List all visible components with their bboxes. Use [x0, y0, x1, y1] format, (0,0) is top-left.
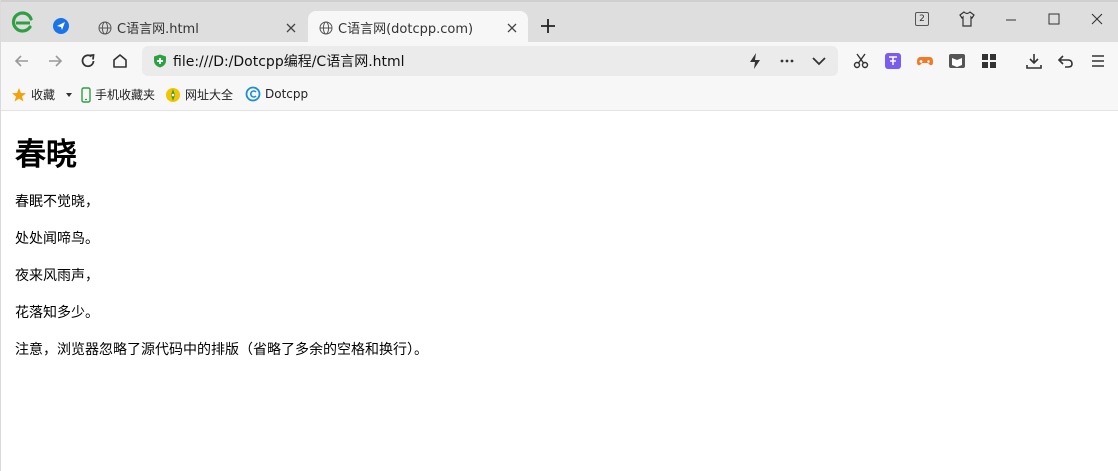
browser-logo-icon[interactable]	[11, 11, 35, 35]
poem-line: 花落知多少。	[15, 305, 99, 322]
bookmark-sites[interactable]: 网址大全	[165, 86, 233, 103]
page-heading: 春晓	[15, 137, 77, 173]
star-icon	[12, 87, 26, 101]
navigation-bar: file:///D:/Dotcpp编程/C语言网.html	[1, 42, 1118, 80]
tab-count-badge[interactable]: 2	[915, 12, 929, 26]
globe-icon	[319, 21, 333, 34]
lightning-icon[interactable]	[746, 52, 764, 70]
tab-c-language[interactable]: C语言网.html	[87, 11, 307, 44]
forward-arrow-icon[interactable]	[46, 52, 64, 70]
more-icon[interactable]	[778, 52, 796, 70]
bookmark-mobile[interactable]: 手机收藏夹	[81, 86, 155, 103]
shield-icon	[154, 54, 166, 68]
minimize-icon[interactable]	[1003, 10, 1019, 28]
page-content: 春晓 春眠不觉晓， 处处闻啼鸟。 夜来风雨声， 花落知多少。 注意，浏览器忽略了…	[1, 111, 1118, 385]
dotcpp-logo-icon	[245, 86, 261, 102]
undo-icon[interactable]	[1057, 52, 1075, 70]
bookmark-favorites[interactable]: 收藏	[11, 86, 78, 103]
scissors-icon[interactable]	[852, 52, 870, 70]
tab-title: C语言网(dotcpp.com)	[338, 22, 474, 37]
tab-dotcpp[interactable]: C语言网(dotcpp.com)	[308, 11, 528, 44]
new-tab-plus-icon[interactable]	[540, 18, 556, 34]
menu-icon[interactable]	[1089, 52, 1107, 70]
globe-icon	[98, 21, 112, 34]
poem-line: 春眠不觉晓，	[15, 194, 99, 211]
compass-icon	[166, 87, 180, 102]
close-icon[interactable]	[506, 22, 518, 34]
home-icon[interactable]	[111, 52, 129, 70]
bookmarks-bar: 收藏 手机收藏夹 网址大全 Dotcpp	[1, 80, 1118, 111]
reload-icon[interactable]	[79, 52, 97, 70]
tab-title: C语言网.html	[117, 22, 199, 37]
bookmark-label: Dotcpp	[265, 87, 309, 101]
poem-line: 处处闻啼鸟。	[15, 231, 99, 248]
tab-strip: C语言网.html C语言网(dotcpp.com) 2	[1, 0, 1118, 44]
send-icon[interactable]	[52, 17, 70, 35]
chevron-down-icon[interactable]	[810, 52, 828, 70]
browser-window: C语言网.html C语言网(dotcpp.com) 2 file:///D:/…	[0, 0, 1118, 471]
note-text: 注意，浏览器忽略了源代码中的排版（省略了多余的空格和换行）。	[15, 342, 428, 359]
url-text[interactable]: file:///D:/Dotcpp编程/C语言网.html	[173, 51, 405, 71]
gamepad-icon[interactable]	[916, 52, 934, 70]
phone-icon	[81, 86, 91, 103]
shirt-icon[interactable]	[958, 10, 976, 28]
bookmark-label: 收藏	[31, 88, 56, 102]
apps-grid-icon[interactable]	[980, 52, 998, 70]
reader-icon[interactable]	[948, 52, 966, 70]
close-icon[interactable]	[285, 22, 297, 34]
translate-icon[interactable]	[884, 52, 902, 70]
bookmark-label: 网址大全	[185, 88, 234, 102]
caret-down-icon[interactable]	[64, 90, 74, 100]
window-close-icon[interactable]	[1089, 10, 1105, 28]
back-arrow-icon[interactable]	[13, 52, 31, 70]
poem-line: 夜来风雨声，	[15, 268, 99, 285]
bookmark-label: 手机收藏夹	[95, 88, 156, 102]
address-bar[interactable]: file:///D:/Dotcpp编程/C语言网.html	[142, 46, 838, 76]
maximize-icon[interactable]	[1047, 10, 1061, 28]
bookmark-dotcpp[interactable]: Dotcpp	[245, 86, 308, 102]
download-icon[interactable]	[1025, 52, 1043, 70]
